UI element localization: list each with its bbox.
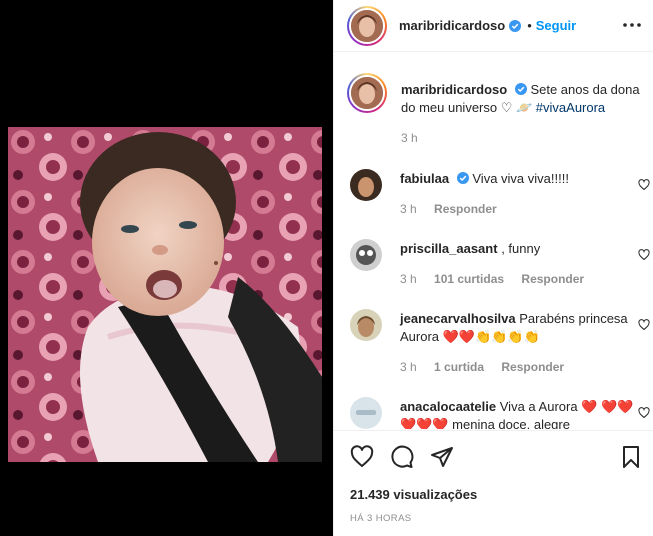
comment-like-heart-icon[interactable] [638, 407, 650, 419]
comment-time: 3 h [400, 272, 417, 286]
verified-badge-icon [456, 172, 469, 184]
avatar-image [350, 169, 382, 201]
comment-username[interactable]: priscilla_aasant [400, 241, 498, 256]
commenter-avatar[interactable] [350, 309, 382, 341]
reply-button[interactable]: Responder [521, 272, 584, 286]
avatar-image [351, 77, 383, 109]
comment-icon[interactable] [390, 445, 414, 469]
comment-username[interactable]: anacalocaatelie [400, 399, 496, 414]
comment-like-heart-icon[interactable] [638, 179, 650, 191]
post-header: maribridicardoso • Seguir [334, 0, 653, 52]
verified-badge-icon [509, 19, 522, 32]
bookmark-icon[interactable] [619, 445, 643, 469]
comment-likes[interactable]: 1 curtida [434, 360, 484, 374]
share-icon[interactable] [430, 445, 454, 469]
comment-time: 3 h [400, 202, 417, 216]
comment-username[interactable]: fabiulaa [400, 171, 449, 186]
post-video[interactable] [8, 127, 322, 462]
comments-list[interactable]: maribridicardoso Sete anos da dona do me… [334, 53, 653, 429]
separator-dot: • [527, 18, 532, 33]
media-panel [0, 0, 333, 536]
reply-button[interactable]: Responder [434, 202, 497, 216]
comment-like-heart-icon[interactable] [638, 249, 650, 261]
comment-like-heart-icon[interactable] [638, 319, 650, 331]
author-username[interactable]: maribridicardoso [399, 18, 505, 33]
more-icon[interactable] [621, 16, 643, 34]
heart-icon[interactable] [350, 445, 374, 469]
comment-time: 3 h [400, 360, 417, 374]
comment-likes[interactable]: 101 curtidas [434, 272, 504, 286]
avatar-image [350, 239, 382, 271]
caption-username[interactable]: maribridicardoso [401, 82, 507, 97]
verified-badge-icon [514, 83, 527, 95]
baby-photo [8, 127, 322, 462]
avatar-image [351, 9, 383, 42]
caption-avatar[interactable] [347, 73, 387, 113]
comment-text: , funny [501, 241, 541, 256]
post-sidebar: maribridicardoso • Seguir maribridicardo… [333, 0, 653, 536]
instagram-post-modal: maribridicardoso • Seguir maribridicardo… [0, 0, 653, 536]
post-timestamp: HÁ 3 HORAS [350, 513, 412, 524]
avatar-image [350, 397, 382, 429]
caption-hashtag[interactable]: #vivaAurora [536, 100, 605, 115]
avatar-image [350, 309, 382, 341]
author-avatar[interactable] [347, 5, 387, 46]
post-actions: 21.439 visualizações HÁ 3 HORAS [334, 430, 653, 536]
reply-button[interactable]: Responder [501, 360, 564, 374]
caption-time: 3 h [401, 131, 418, 145]
commenter-avatar[interactable] [350, 239, 382, 271]
comment-username[interactable]: jeanecarvalhosilva [400, 311, 516, 326]
comment-text: Viva viva viva!!!!! [472, 171, 569, 186]
follow-button[interactable]: Seguir [536, 18, 576, 33]
view-count[interactable]: 21.439 visualizações [350, 487, 477, 502]
commenter-avatar[interactable] [350, 169, 382, 201]
commenter-avatar[interactable] [350, 397, 382, 429]
